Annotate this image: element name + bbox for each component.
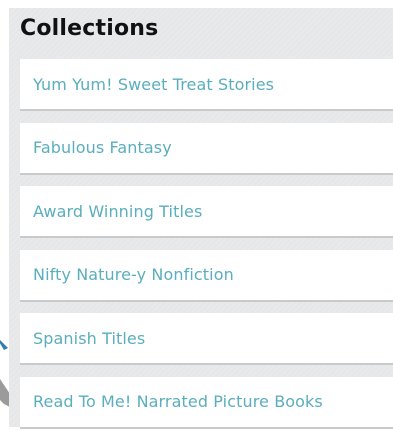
collection-item-label[interactable]: Read To Me! Narrated Picture Books [33, 392, 323, 411]
collection-item-label[interactable]: Spanish Titles [33, 329, 145, 348]
collection-item-nature-nonfiction[interactable]: Nifty Nature-y Nonfiction [20, 249, 393, 302]
collection-item-label[interactable]: Yum Yum! Sweet Treat Stories [33, 75, 274, 94]
arrow-tip-shape [0, 340, 8, 350]
collection-item-label[interactable]: Nifty Nature-y Nonfiction [33, 265, 234, 284]
collection-item-label[interactable]: Award Winning Titles [33, 202, 202, 221]
collection-item-award-winning-titles[interactable]: Award Winning Titles [20, 186, 393, 238]
collections-panel: Collections Yum Yum! Sweet Treat Stories… [9, 8, 393, 429]
collection-item-narrated-picture-books[interactable]: Read To Me! Narrated Picture Books [20, 376, 393, 429]
collections-title: Collections [20, 16, 159, 41]
collection-item-spanish-titles[interactable]: Spanish Titles [20, 313, 393, 365]
collection-item-label[interactable]: Fabulous Fantasy [33, 138, 172, 157]
collection-item-fabulous-fantasy[interactable]: Fabulous Fantasy [20, 122, 393, 175]
collections-list: Yum Yum! Sweet Treat Stories Fabulous Fa… [20, 59, 393, 440]
collection-item-sweet-treat-stories[interactable]: Yum Yum! Sweet Treat Stories [20, 59, 393, 111]
